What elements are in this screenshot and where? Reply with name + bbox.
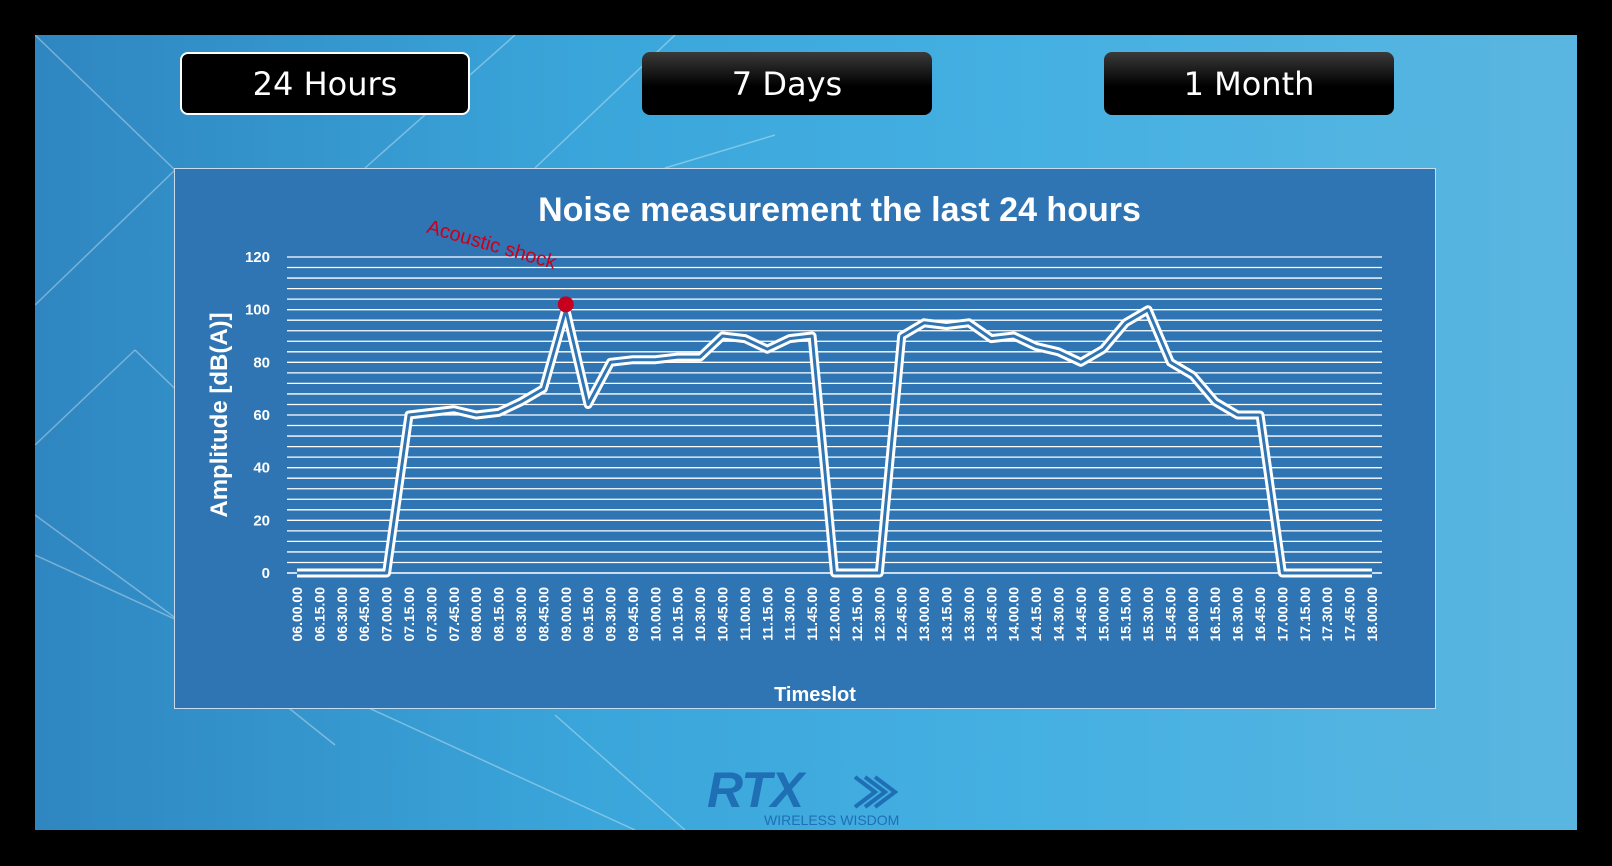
rtx-logo: RTX WIRELESS WISDOM (707, 763, 899, 828)
y-tick-label: 60 (253, 407, 270, 424)
x-tick-label: 07.45.00 (446, 587, 462, 642)
y-tick-label: 120 (245, 249, 270, 266)
x-tick-label: 07.15.00 (401, 587, 417, 642)
x-tick-label: 09.45.00 (625, 587, 641, 642)
x-tick-label: 17.30.00 (1319, 587, 1335, 642)
x-tick-label: 17.45.00 (1342, 587, 1358, 642)
x-tick-label: 13.30.00 (961, 587, 977, 642)
y-tick-label: 80 (253, 354, 270, 371)
x-tick-label: 16.15.00 (1207, 587, 1223, 642)
x-tick-label: 12.00.00 (827, 587, 843, 642)
x-tick-label: 10.45.00 (715, 587, 731, 642)
x-tick-label: 11.30.00 (782, 587, 798, 641)
x-tick-label: 15.45.00 (1162, 587, 1178, 642)
x-tick-label: 16.00.00 (1185, 587, 1201, 642)
x-tick-label: 14.30.00 (1050, 587, 1066, 642)
x-tick-label: 16.45.00 (1252, 587, 1268, 642)
x-tick-label: 14.00.00 (1006, 587, 1022, 642)
x-tick-label: 13.00.00 (916, 587, 932, 642)
x-tick-label: 06.45.00 (356, 587, 372, 642)
chart-title: Noise measurement the last 24 hours (538, 191, 1141, 229)
x-tick-label: 07.30.00 (423, 587, 439, 642)
button-24-hours[interactable]: 24 Hours (180, 52, 470, 115)
x-tick-label: 16.30.00 (1230, 587, 1246, 642)
svg-text:WIRELESS WISDOM: WIRELESS WISDOM (764, 812, 899, 828)
x-tick-label: 10.30.00 (692, 587, 708, 642)
y-axis-title: Amplitude [dB(A)] (206, 312, 233, 517)
x-tick-label: 13.15.00 (938, 587, 954, 642)
y-tick-label: 40 (253, 460, 270, 477)
x-tick-label: 12.45.00 (894, 587, 910, 642)
slide-background: 24 Hours 7 Days 1 Month Noise measuremen… (35, 35, 1577, 830)
x-tick-label: 07.00.00 (379, 587, 395, 642)
x-tick-label: 18.00.00 (1364, 587, 1380, 642)
svg-text:RTX: RTX (707, 763, 807, 818)
x-tick-label: 15.30.00 (1140, 587, 1156, 642)
y-tick-label: 100 (245, 302, 270, 319)
x-tick-label: 17.00.00 (1274, 587, 1290, 642)
x-tick-label: 15.00.00 (1095, 587, 1111, 642)
x-tick-label: 12.30.00 (871, 587, 887, 642)
x-tick-label: 06.00.00 (289, 587, 305, 642)
x-tick-label: 09.30.00 (603, 587, 619, 642)
x-tick-label: 08.30.00 (513, 587, 529, 642)
x-tick-label: 06.15.00 (311, 587, 327, 642)
y-tick-label: 20 (253, 512, 270, 529)
x-tick-label: 08.15.00 (491, 587, 507, 642)
x-tick-label: 08.45.00 (535, 587, 551, 642)
x-tick-label: 09.00.00 (558, 587, 574, 642)
x-tick-label: 08.00.00 (468, 587, 484, 642)
x-tick-label: 10.15.00 (670, 587, 686, 642)
x-tick-label: 17.15.00 (1297, 587, 1313, 642)
x-tick-label: 11.00.00 (737, 587, 753, 641)
x-tick-label: 11.15.00 (759, 587, 775, 641)
x-tick-label: 10.00.00 (647, 587, 663, 642)
series-line-outline (297, 305, 1372, 578)
acoustic-shock-marker (557, 296, 574, 313)
x-tick-label: 15.15.00 (1118, 587, 1134, 642)
x-tick-label: 11.45.00 (804, 587, 820, 641)
x-tick-label: 14.15.00 (1028, 587, 1044, 642)
x-tick-label: 06.30.00 (334, 587, 350, 642)
x-tick-label: 09.15.00 (580, 587, 596, 642)
x-tick-label: 13.45.00 (983, 587, 999, 642)
x-tick-label: 12.15.00 (849, 587, 865, 642)
x-axis-title: Timeslot (774, 684, 856, 706)
button-7-days[interactable]: 7 Days (642, 52, 932, 115)
noise-chart: Noise measurement the last 24 hours 0 20 40… (206, 191, 1382, 706)
chart-panel: Noise measurement the last 24 hours 0 20 40… (174, 168, 1436, 709)
button-1-month[interactable]: 1 Month (1104, 52, 1394, 115)
y-tick-label: 0 (262, 565, 270, 582)
x-tick-label: 14.45.00 (1073, 587, 1089, 642)
